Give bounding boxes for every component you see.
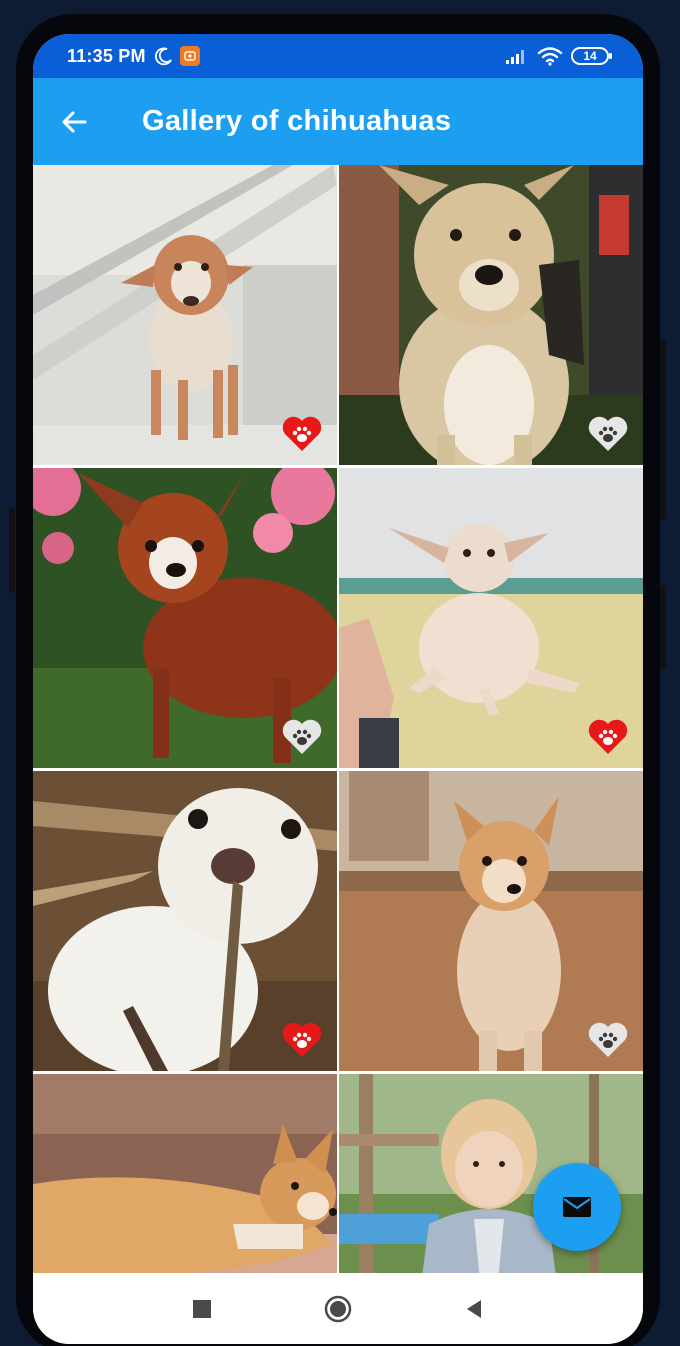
gallery-tile[interactable] <box>33 468 337 768</box>
page-title: Gallery of chihuahuas <box>142 105 452 137</box>
screen: 11:35 PM 14 Gallery of chihuahuas <box>33 34 643 1344</box>
back-triangle-icon <box>467 1299 481 1318</box>
favorite-off-icon[interactable] <box>587 1021 629 1059</box>
gallery-grid <box>33 165 643 1273</box>
home-button[interactable] <box>318 1289 358 1329</box>
app-bar: Gallery of chihuahuas <box>33 78 643 165</box>
dog-photo <box>33 1074 337 1273</box>
left-side-button <box>9 508 15 593</box>
mail-fab-button[interactable] <box>533 1163 621 1251</box>
status-bar: 11:35 PM 14 <box>33 34 643 78</box>
gallery-tile[interactable] <box>339 165 643 465</box>
recents-square-icon <box>193 1299 211 1318</box>
gallery-tile[interactable] <box>33 165 337 465</box>
mail-icon <box>563 1197 591 1217</box>
back-button[interactable] <box>46 94 102 150</box>
moon-icon <box>154 47 172 66</box>
wifi-icon <box>537 47 563 66</box>
favorite-on-icon[interactable] <box>281 415 323 453</box>
arrow-back-icon <box>62 111 87 132</box>
favorite-on-icon[interactable] <box>587 718 629 756</box>
system-nav-bar <box>33 1273 643 1344</box>
home-circle-icon <box>324 1295 352 1322</box>
signal-icon <box>506 50 524 64</box>
favorite-on-icon[interactable] <box>281 1021 323 1059</box>
recents-button[interactable] <box>182 1289 222 1329</box>
status-time: 11:35 PM <box>67 45 146 66</box>
favorite-off-icon[interactable] <box>281 718 323 756</box>
gallery-tile[interactable] <box>339 771 643 1071</box>
status-icons: 14 <box>505 46 612 66</box>
favorite-off-icon[interactable] <box>587 415 629 453</box>
nav-back-button[interactable] <box>454 1289 494 1329</box>
battery-icon: 14 <box>571 47 612 65</box>
gallery-tile[interactable] <box>339 468 643 768</box>
volume-button <box>660 340 666 520</box>
power-button <box>660 585 666 670</box>
gallery-tile[interactable] <box>33 771 337 1071</box>
app-notification-icon <box>179 46 200 66</box>
gallery-tile[interactable] <box>33 1074 337 1273</box>
